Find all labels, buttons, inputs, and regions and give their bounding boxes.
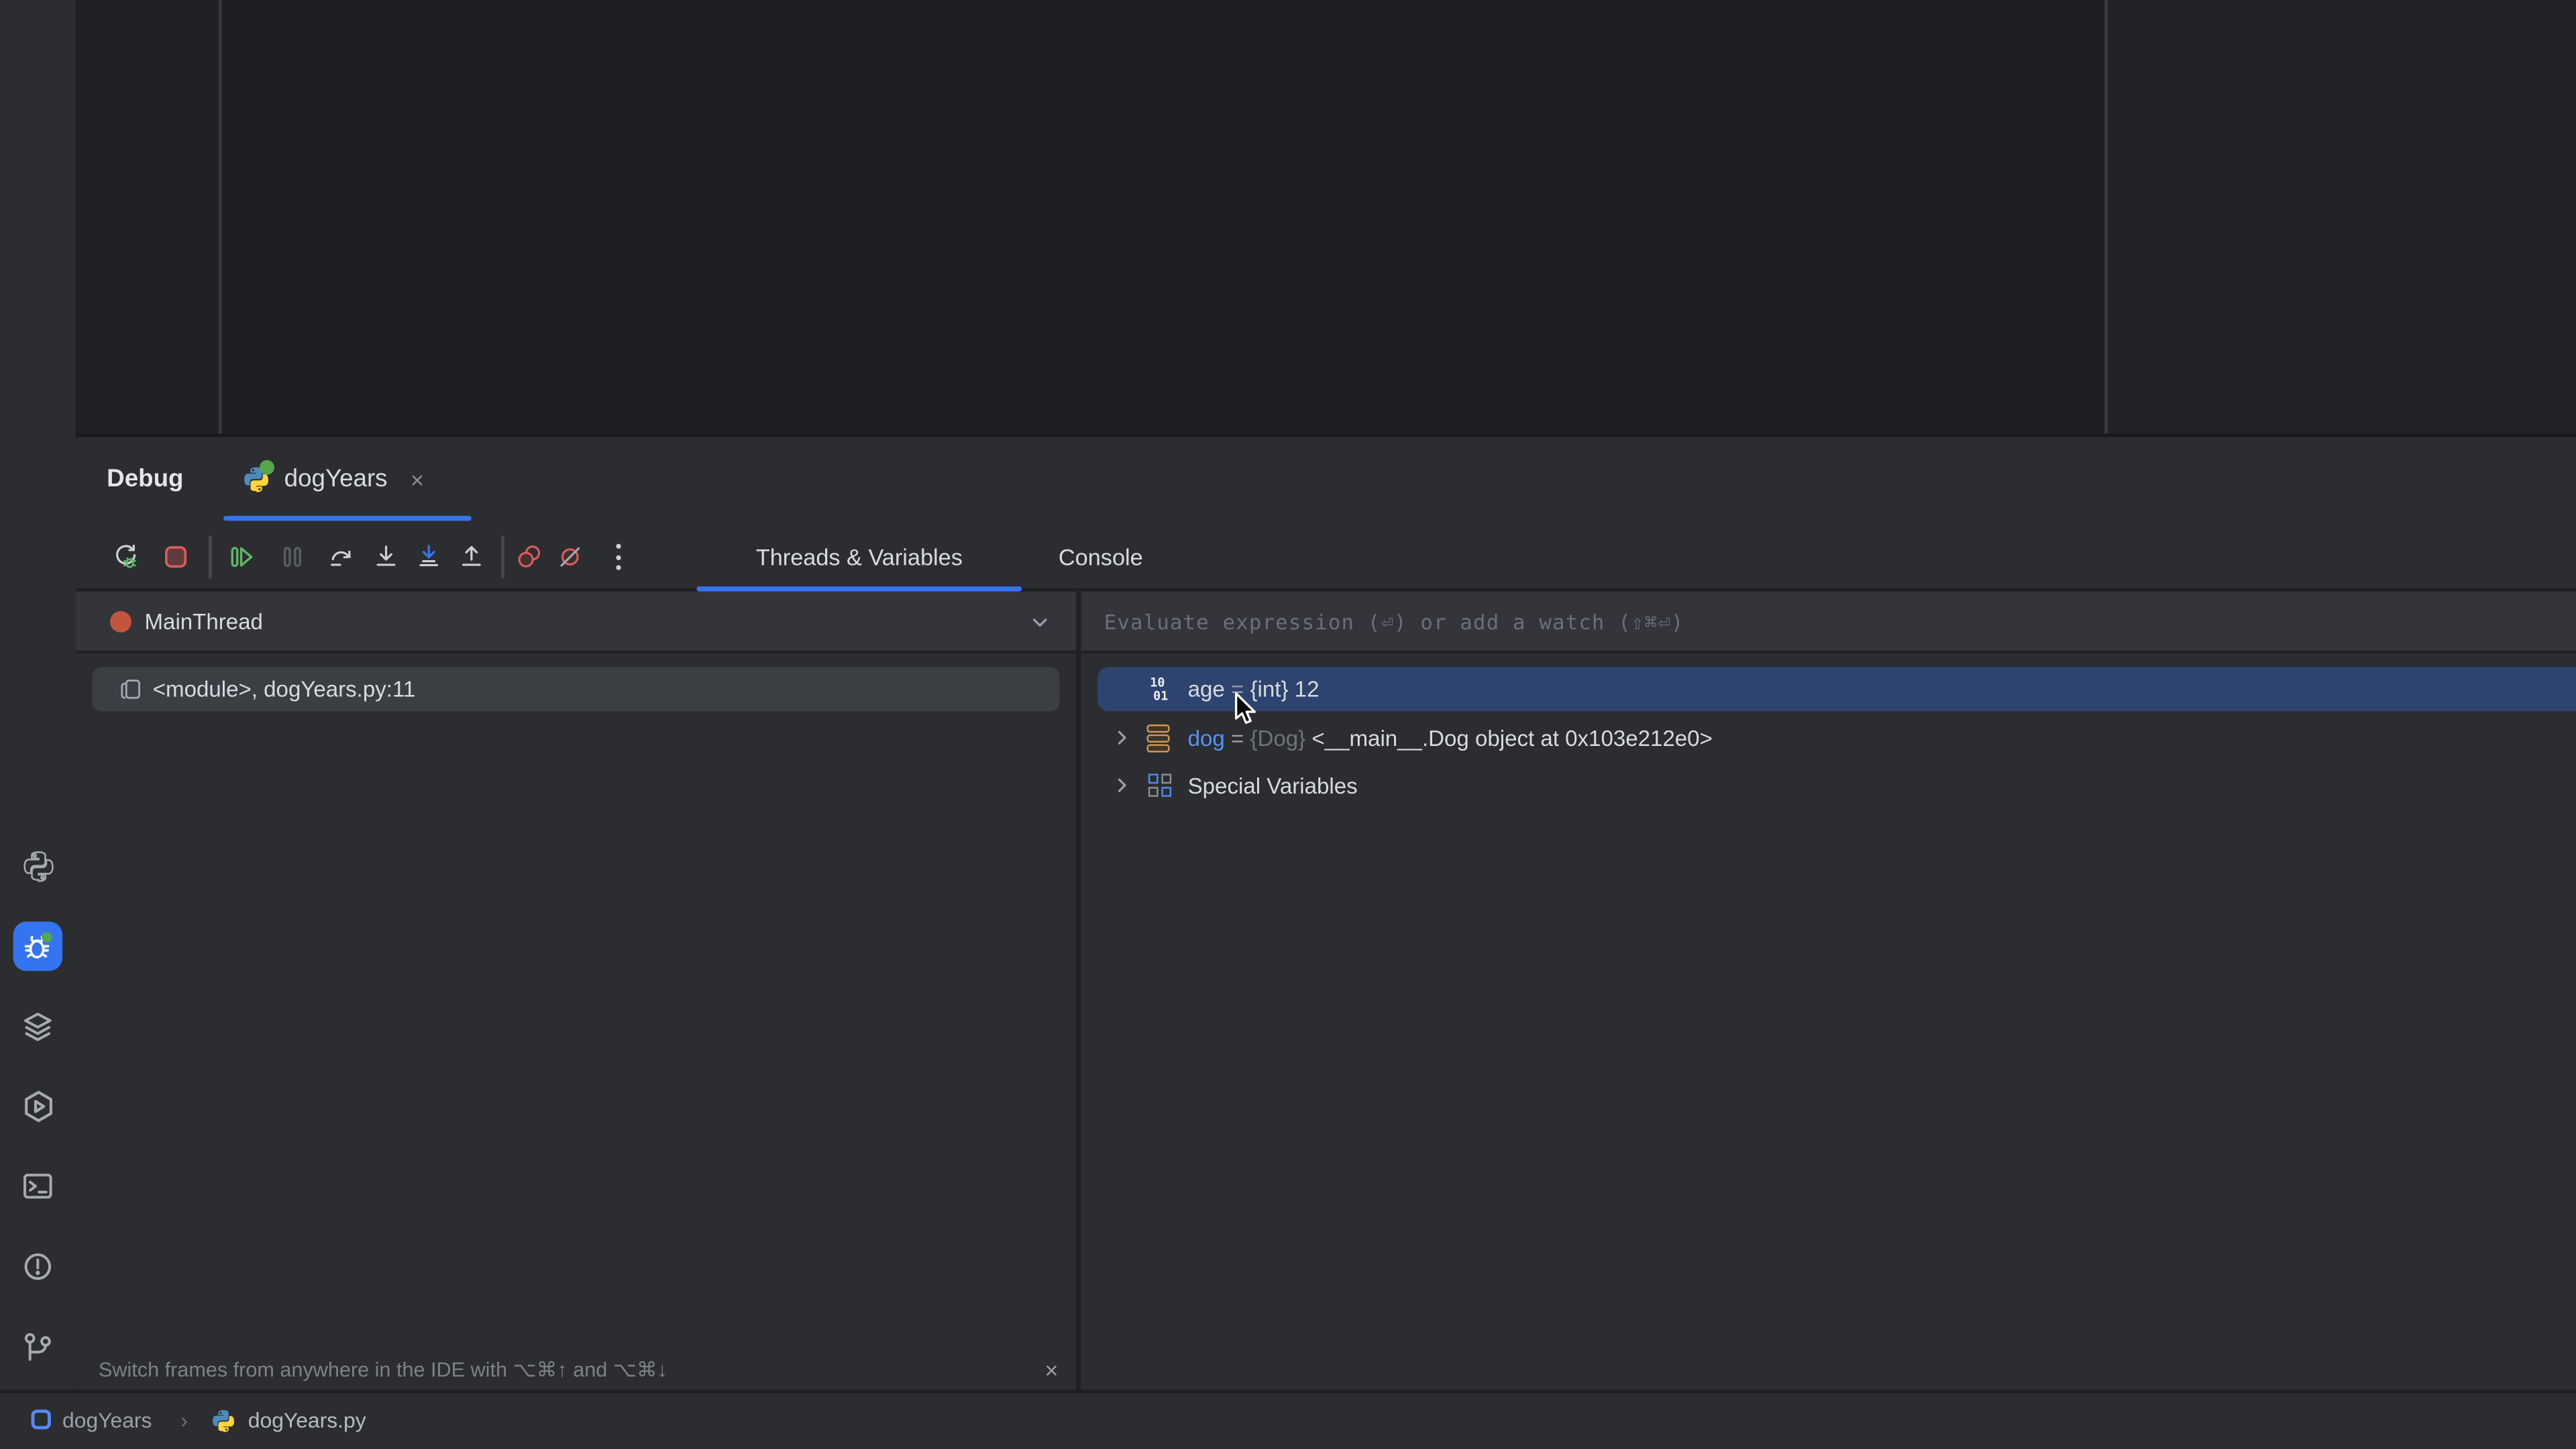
gutter-divider	[219, 0, 222, 434]
tab-console-label: Console	[1059, 543, 1143, 569]
python-file-icon	[241, 464, 271, 494]
frames-variables-splitter[interactable]	[1076, 592, 1081, 1393]
tab-dogyears[interactable]: dogYears ×	[241, 437, 424, 521]
special-variables-icon	[1148, 773, 1173, 798]
debug-tool-window: Debug dogYears ×	[76, 434, 2576, 1390]
chevron-right-icon[interactable]	[1111, 773, 1134, 802]
editor-gutter	[76, 0, 219, 434]
variable-row-dog[interactable]: dog = {Dog} <__main__.Dog object at 0x10…	[1081, 716, 2576, 761]
more-options-icon[interactable]	[614, 544, 621, 570]
stop-icon[interactable]	[162, 544, 189, 570]
toolbar-separator	[501, 535, 504, 578]
toolbar-separator	[209, 535, 212, 578]
active-view-tab-indicator	[696, 586, 1022, 591]
python-file-icon	[210, 1408, 236, 1442]
python-packages-icon[interactable]	[15, 843, 61, 889]
active-tab-indicator	[223, 516, 472, 521]
problems-icon[interactable]	[15, 1244, 61, 1290]
project-module-icon	[32, 1409, 51, 1429]
frames-footer-hint: Switch frames from anywhere in the IDE w…	[99, 1347, 667, 1393]
editor-area[interactable]	[76, 0, 2576, 434]
primitive-value-icon: 1001	[1150, 677, 1178, 703]
running-indicator-dot	[260, 459, 274, 474]
stack-frame-item[interactable]: <module>, dogYears.py:11	[92, 667, 1059, 711]
chevron-down-icon[interactable]	[1028, 611, 1051, 643]
pause-icon[interactable]	[279, 544, 305, 570]
rerun-debugger-icon[interactable]	[112, 544, 138, 570]
force-step-into-icon[interactable]	[416, 544, 442, 570]
tab-console[interactable]: Console	[1022, 524, 1179, 588]
thread-status-dot	[110, 611, 131, 633]
view-breakpoints-icon[interactable]	[516, 544, 542, 570]
close-icon[interactable]: ×	[411, 466, 424, 492]
header-divider	[76, 651, 2576, 654]
panel-header-row: MainThread Evaluate expression (⏎) or ad…	[76, 592, 2576, 654]
tab-threads-variables[interactable]: Threads & Variables	[696, 524, 1022, 588]
stack-frame-label: <module>, dogYears.py:11	[153, 667, 416, 711]
breadcrumb-file[interactable]: dogYears.py	[248, 1393, 366, 1449]
thread-selector[interactable]: MainThread	[145, 592, 263, 654]
step-into-icon[interactable]	[373, 544, 399, 570]
tool-window-stripe	[0, 0, 76, 1390]
breadcrumb-project[interactable]: dogYears	[62, 1393, 152, 1449]
variable-name: dog	[1188, 726, 1225, 751]
evaluate-expression-input[interactable]: Evaluate expression (⏎) or add a watch (…	[1104, 592, 1684, 654]
structure-icon[interactable]	[15, 1004, 61, 1050]
chevron-right-icon[interactable]	[1111, 726, 1134, 754]
variable-value: 12	[1295, 677, 1320, 702]
variable-name: age	[1188, 677, 1225, 702]
breadcrumb-separator: ›	[180, 1393, 188, 1449]
debugger-icon[interactable]	[13, 922, 62, 971]
variable-value: <__main__.Dog object at 0x103e212e0>	[1311, 726, 1712, 751]
tool-window-title: Debug	[107, 437, 183, 521]
close-icon[interactable]: ×	[1045, 1347, 1059, 1393]
tab-dogyears-label: dogYears	[284, 465, 388, 493]
special-variables-group[interactable]: Special Variables	[1081, 764, 2576, 808]
resume-icon[interactable]	[228, 544, 254, 570]
step-out-icon[interactable]	[458, 544, 484, 570]
terminal-icon[interactable]	[15, 1163, 61, 1210]
step-over-icon[interactable]	[329, 544, 355, 570]
object-icon	[1146, 724, 1173, 753]
variable-row-age[interactable]: 1001 age = {int} 12	[1081, 667, 2576, 711]
group-label: Special Variables	[1188, 773, 1358, 798]
stack-frame-icon	[118, 677, 143, 710]
services-icon[interactable]	[15, 1083, 61, 1129]
pycharm-debugger-window: Debug dogYears ×	[0, 0, 2576, 1449]
version-control-icon[interactable]	[15, 1324, 61, 1371]
tab-threads-variables-label: Threads & Variables	[756, 543, 963, 569]
editor-right-pane[interactable]	[2108, 0, 2576, 434]
status-bar: dogYears › dogYears.py	[0, 1390, 2576, 1449]
mute-breakpoints-icon[interactable]	[557, 544, 583, 570]
mouse-cursor	[1234, 692, 1260, 736]
